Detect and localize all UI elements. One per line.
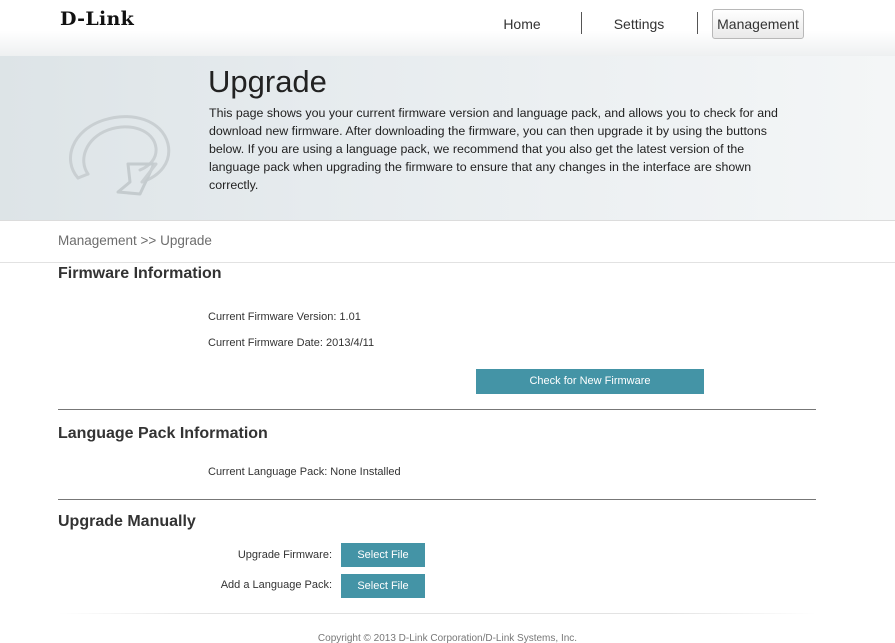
nav-management[interactable]: Management xyxy=(712,9,804,39)
check-new-firmware-button[interactable]: Check for New Firmware xyxy=(476,369,704,394)
select-firmware-file-button[interactable]: Select File xyxy=(341,543,425,567)
firmware-date: Current Firmware Date: 2013/4/11 xyxy=(208,337,375,349)
select-language-pack-file-button[interactable]: Select File xyxy=(341,574,425,598)
upgrade-arrows-icon xyxy=(69,115,171,196)
nav-settings[interactable]: Settings xyxy=(600,8,678,40)
footer-divider xyxy=(58,613,816,614)
page-description: This page shows you your current firmwar… xyxy=(209,106,778,192)
section-divider xyxy=(58,409,816,410)
nav-separator xyxy=(697,12,698,34)
footer-copyright: Copyright © 2013 D-Link Corporation/D-Li… xyxy=(317,633,578,643)
top-header: D-Link Home Settings Management xyxy=(0,0,895,56)
breadcrumb: Management >> Upgrade xyxy=(58,233,212,248)
page: D-Link Home Settings Management Upgrade … xyxy=(0,0,895,643)
language-pack-section-title: Language Pack Information xyxy=(58,425,268,442)
page-title: Upgrade xyxy=(208,64,327,99)
firmware-version: Current Firmware Version: 1.01 xyxy=(208,311,361,323)
current-language-pack: Current Language Pack: None Installed xyxy=(208,466,401,478)
section-divider xyxy=(58,499,816,500)
language-pack-label: Add a Language Pack: xyxy=(220,579,332,591)
dlink-logo[interactable]: D-Link xyxy=(60,8,134,30)
upgrade-firmware-label: Upgrade Firmware: xyxy=(237,549,332,561)
nav-separator xyxy=(581,12,582,34)
firmware-section-title: Firmware Information xyxy=(58,265,222,282)
page-banner: Upgrade This page shows you your current… xyxy=(0,56,895,221)
breadcrumb-divider xyxy=(0,262,895,263)
nav-home[interactable]: Home xyxy=(492,8,552,40)
upgrade-manually-section-title: Upgrade Manually xyxy=(58,513,196,530)
